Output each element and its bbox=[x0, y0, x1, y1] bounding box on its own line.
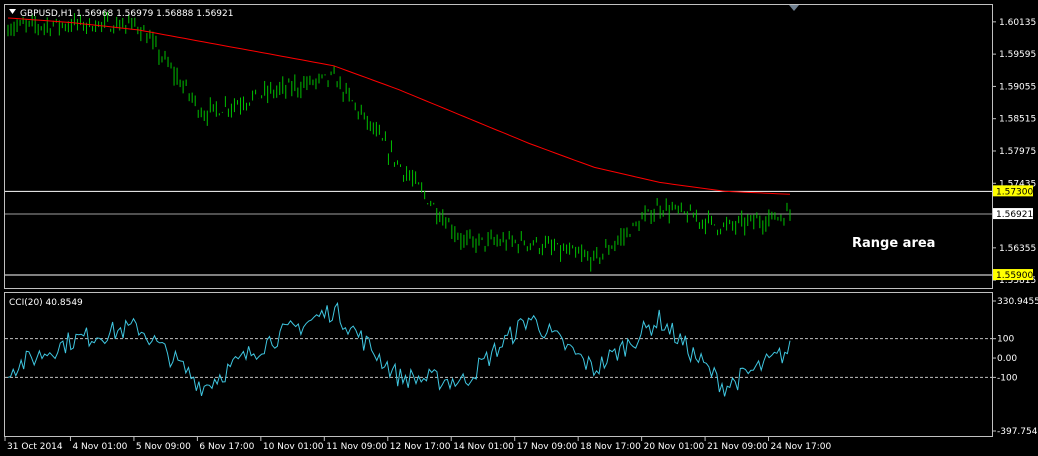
time-tick-label: 24 Nov 17:00 bbox=[771, 442, 832, 452]
price-tick-label: 1.59055 bbox=[999, 82, 1036, 92]
cci-tick-label: -100 bbox=[997, 373, 1018, 383]
time-tick-label: 6 Nov 17:00 bbox=[199, 442, 254, 452]
time-tick-label: 31 Oct 2014 bbox=[7, 442, 63, 452]
range-area-label: Range area bbox=[852, 236, 935, 251]
time-tick-label: 14 Nov 01:00 bbox=[453, 442, 514, 452]
time-tick-label: 17 Nov 09:00 bbox=[517, 442, 578, 452]
resistance-price-label: 1.57300 bbox=[996, 187, 1033, 197]
trading-chart: 1.601351.595951.590551.585151.579751.574… bbox=[0, 0, 1038, 456]
cci-tick-label: 0.00 bbox=[997, 354, 1017, 364]
time-tick-label: 18 Nov 17:00 bbox=[580, 442, 641, 452]
price-tick-label: 1.57975 bbox=[999, 147, 1036, 157]
support-price-label: 1.55900 bbox=[996, 271, 1033, 281]
cci-tick-label: 330.9455 bbox=[997, 297, 1038, 307]
symbol-header: GBPUSD,H1 1.56968 1.56979 1.56888 1.5692… bbox=[20, 9, 233, 19]
cci-tick-label: 100 bbox=[997, 335, 1014, 345]
time-tick-label: 12 Nov 17:00 bbox=[390, 442, 451, 452]
time-tick-label: 4 Nov 01:00 bbox=[72, 442, 127, 452]
time-tick-label: 5 Nov 09:00 bbox=[136, 442, 191, 452]
time-tick-label: 20 Nov 01:00 bbox=[644, 442, 705, 452]
price-tick-label: 1.60135 bbox=[999, 18, 1036, 28]
cci-title: CCI(20) 40.8549 bbox=[9, 298, 83, 308]
current-price-label: 1.56921 bbox=[996, 210, 1033, 220]
price-tick-label: 1.58515 bbox=[999, 115, 1036, 125]
price-tick-label: 1.59595 bbox=[999, 50, 1036, 60]
time-tick-label: 21 Nov 09:00 bbox=[707, 442, 768, 452]
cci-tick-label: -397.754 bbox=[997, 427, 1038, 437]
price-tick-label: 1.56355 bbox=[999, 244, 1036, 254]
price-axis: 1.601351.595951.590551.585151.579751.574… bbox=[992, 18, 1036, 286]
time-tick-label: 11 Nov 09:00 bbox=[326, 442, 387, 452]
time-tick-label: 10 Nov 01:00 bbox=[263, 442, 324, 452]
